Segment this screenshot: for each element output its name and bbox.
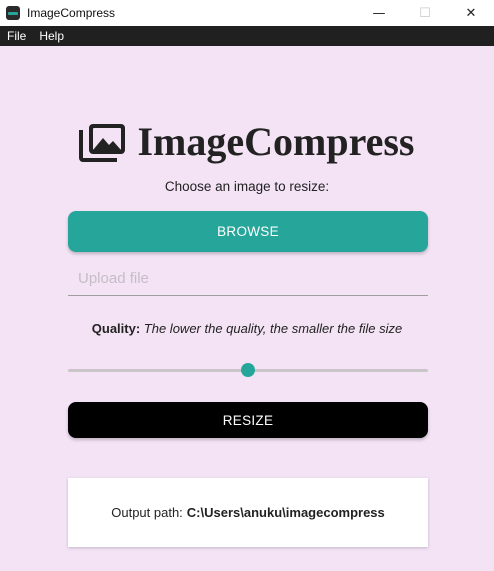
quality-label: Quality: — [91, 321, 141, 336]
quality-description: Quality: The lower the quality, the smal… — [0, 321, 494, 336]
resize-button[interactable]: RESIZE — [68, 402, 428, 438]
app-icon — [6, 6, 20, 20]
upload-file-input[interactable] — [68, 262, 428, 296]
browse-button[interactable]: BROWSE — [68, 211, 428, 252]
photo-library-icon — [79, 123, 126, 162]
output-path-label: Output path: — [111, 505, 183, 520]
maximize-button[interactable]: ☐ — [402, 0, 448, 26]
window-title: ImageCompress — [27, 6, 116, 20]
output-path-value: C:\Users\anuku\imagecompress — [186, 505, 385, 520]
menu-file[interactable]: File — [0, 29, 32, 43]
app-title: ImageCompress — [137, 119, 415, 164]
menu-help[interactable]: Help — [32, 29, 70, 43]
minimize-button[interactable]: — — [356, 0, 402, 26]
app-header: ImageCompress — [0, 118, 494, 165]
quality-slider-thumb[interactable] — [241, 363, 255, 377]
menu-bar: File Help — [0, 26, 494, 46]
quality-hint: The lower the quality, the smaller the f… — [143, 321, 403, 336]
output-path-card: Output path: C:\Users\anuku\imagecompres… — [68, 478, 428, 547]
instruction-text: Choose an image to resize: — [164, 179, 330, 194]
window-controls: — ☐ ✕ — [356, 0, 494, 26]
title-bar: ImageCompress — ☐ ✕ — [0, 0, 494, 26]
close-button[interactable]: ✕ — [448, 0, 494, 26]
